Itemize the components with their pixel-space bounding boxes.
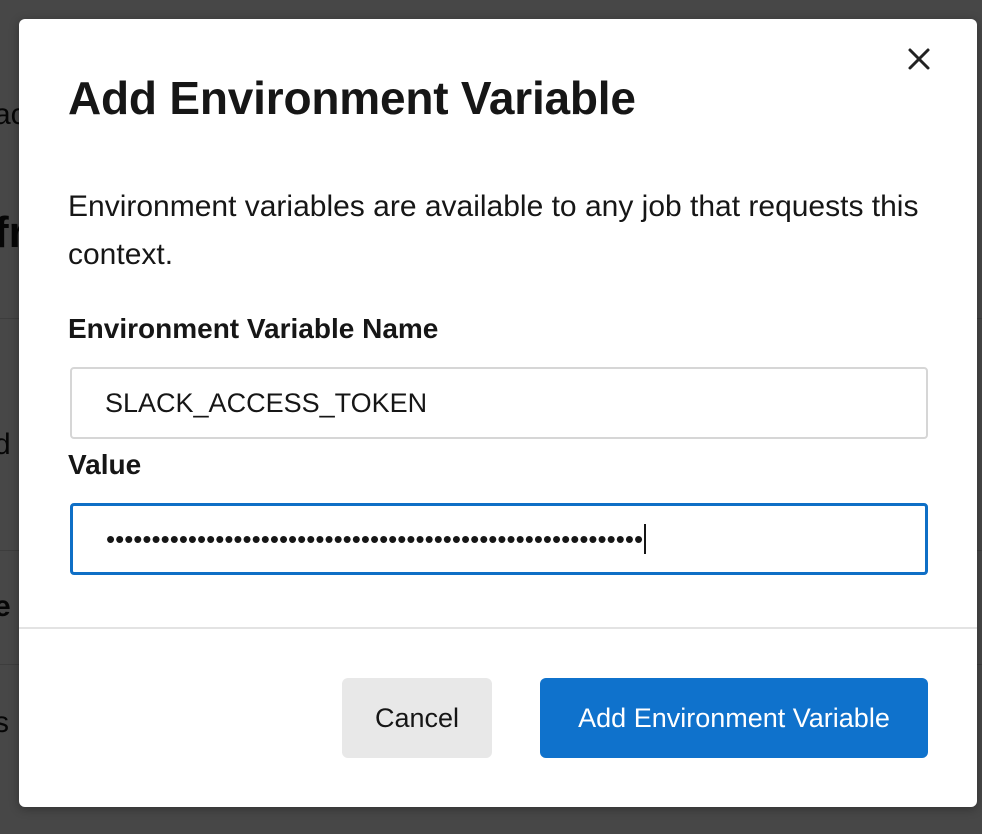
variable-value-masked-text: ••••••••••••••••••••••••••••••••••••••••…	[106, 523, 644, 554]
variable-name-input[interactable]: SLACK_ACCESS_TOKEN	[70, 367, 928, 439]
close-icon	[908, 48, 930, 70]
text-caret	[644, 524, 647, 554]
variable-value-input[interactable]: ••••••••••••••••••••••••••••••••••••••••…	[70, 503, 928, 575]
add-environment-variable-button[interactable]: Add Environment Variable	[540, 678, 928, 758]
variable-name-label: Environment Variable Name	[68, 313, 439, 344]
variable-name-input-value: SLACK_ACCESS_TOKEN	[105, 387, 428, 418]
cancel-button[interactable]: Cancel	[342, 678, 492, 758]
variable-value-label: Value	[68, 449, 142, 480]
dialog-description: Environment variables are available to a…	[68, 190, 919, 271]
close-button[interactable]	[901, 41, 937, 77]
add-environment-variable-dialog: Add Environment Variable Environment var…	[19, 19, 977, 807]
dialog-title: Add Environment Variable	[68, 72, 636, 124]
footer-divider	[19, 627, 977, 629]
